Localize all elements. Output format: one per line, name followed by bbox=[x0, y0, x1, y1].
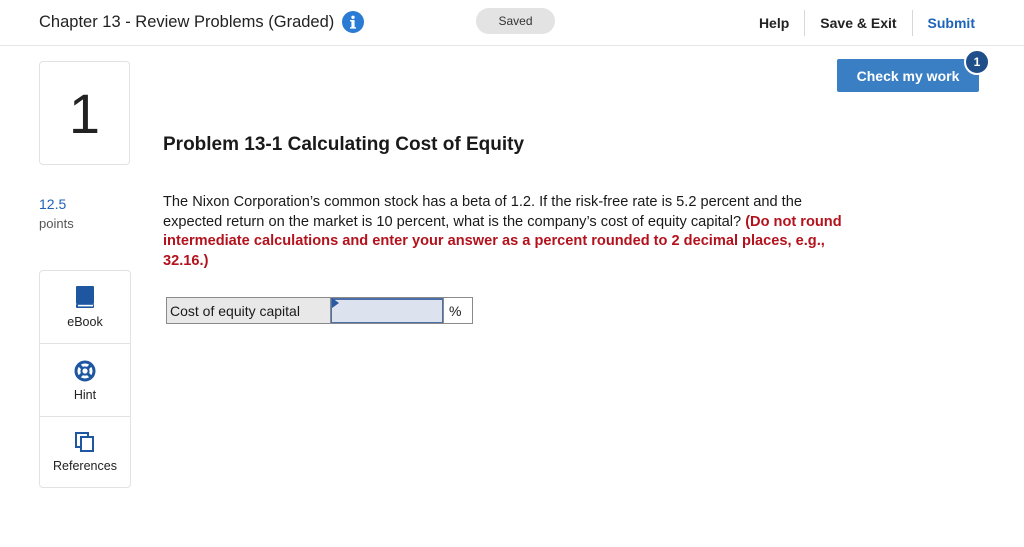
submit-link[interactable]: Submit bbox=[911, 10, 1024, 36]
top-header: Chapter 13 - Review Problems (Graded) Sa… bbox=[0, 0, 1024, 46]
book-icon bbox=[75, 285, 95, 309]
input-flag-icon bbox=[332, 298, 339, 308]
check-my-work-label: Check my work bbox=[856, 67, 960, 84]
points-label: points bbox=[39, 216, 74, 231]
ebook-label: eBook bbox=[67, 315, 103, 329]
info-icon[interactable] bbox=[342, 11, 365, 33]
answer-label: Cost of equity capital bbox=[167, 298, 331, 323]
problem-text: The Nixon Corporation’s common stock has… bbox=[163, 194, 802, 230]
answer-unit: % bbox=[443, 298, 472, 323]
check-my-work-button[interactable]: Check my work bbox=[837, 59, 979, 92]
references-button[interactable]: References bbox=[40, 417, 130, 487]
problem-title: Problem 13-1 Calculating Cost of Equity bbox=[163, 134, 525, 155]
help-link[interactable]: Help bbox=[744, 10, 804, 36]
tools-panel: eBook Hint References bbox=[39, 270, 131, 488]
lifebuoy-icon bbox=[74, 360, 96, 382]
hint-button[interactable]: Hint bbox=[40, 344, 130, 417]
points-value: 12.5 bbox=[39, 196, 67, 212]
hint-label: Hint bbox=[73, 388, 97, 402]
copy-icon bbox=[74, 431, 96, 453]
assignment-title-text: Chapter 13 - Review Problems (Graded) bbox=[39, 12, 335, 31]
assignment-title: Chapter 13 - Review Problems (Graded) bbox=[39, 11, 365, 33]
cost-of-equity-input[interactable] bbox=[331, 298, 443, 323]
check-attempts-badge: 1 bbox=[964, 49, 990, 75]
answer-table-row: Cost of equity capital % bbox=[166, 297, 473, 324]
save-exit-link[interactable]: Save & Exit bbox=[804, 10, 911, 36]
problem-statement: The Nixon Corporation’s common stock has… bbox=[163, 193, 863, 271]
saved-status-badge: Saved bbox=[476, 8, 555, 34]
header-nav: Help Save & Exit Submit bbox=[744, 0, 1024, 46]
ebook-button[interactable]: eBook bbox=[40, 271, 130, 344]
question-number: 1 bbox=[39, 61, 130, 165]
references-label: References bbox=[53, 459, 117, 473]
